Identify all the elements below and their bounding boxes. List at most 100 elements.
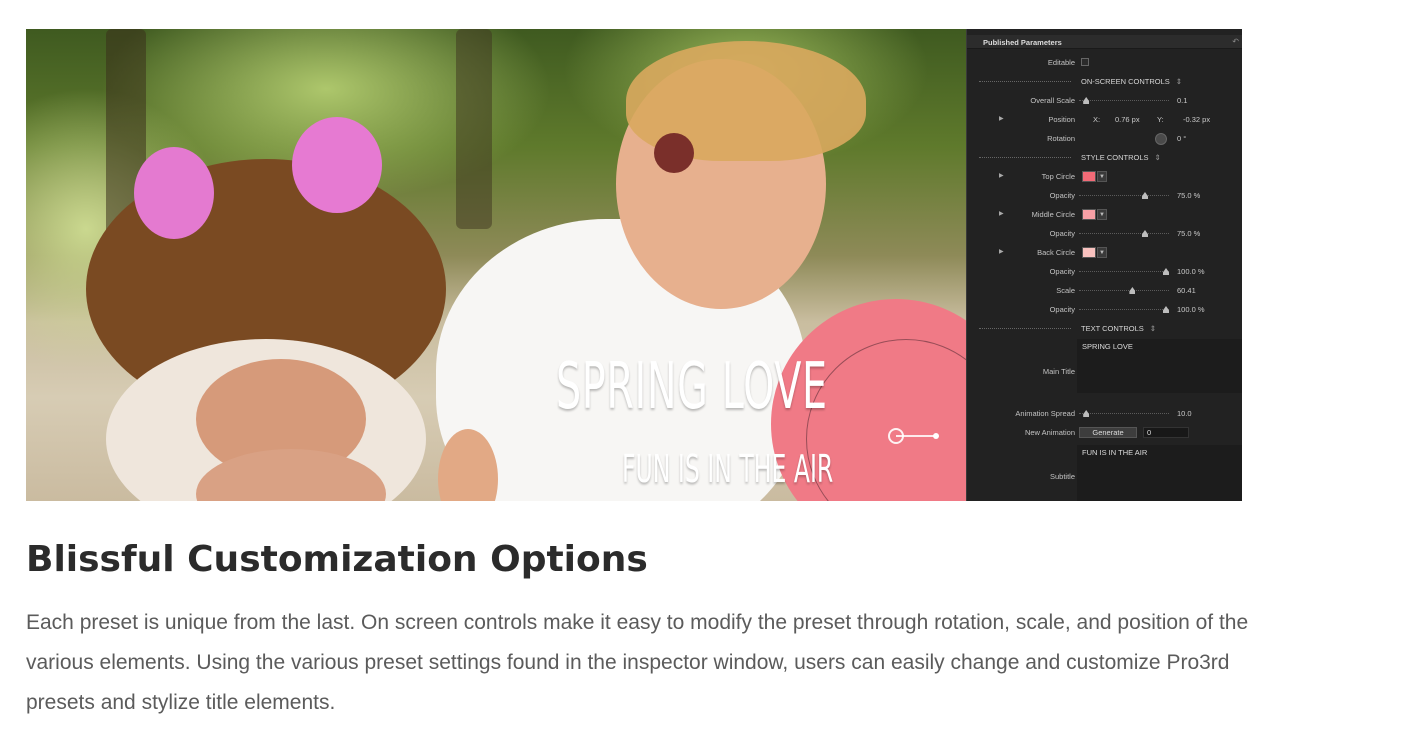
back-opacity-value[interactable]: 100.0 % bbox=[1177, 267, 1205, 276]
slider-knob[interactable] bbox=[1163, 268, 1169, 275]
top-opacity-value[interactable]: 75.0 % bbox=[1177, 191, 1200, 200]
extra-opacity-row: Opacity 100.0 % bbox=[967, 303, 1242, 317]
disclosure-triangle-icon[interactable]: ▶ bbox=[999, 115, 1004, 122]
hero-banner: SPRING LOVE FUN IS IN THE AIR Published … bbox=[26, 29, 1242, 501]
extra-opacity-slider[interactable] bbox=[1079, 306, 1169, 313]
top-circle-label: Top Circle bbox=[1041, 172, 1075, 181]
top-opacity-row: Opacity 75.0 % bbox=[967, 189, 1242, 203]
animation-spread-value[interactable]: 10.0 bbox=[1177, 409, 1192, 418]
inspector-title: Published Parameters bbox=[983, 38, 1062, 47]
text-section[interactable]: TEXT CONTROLS ⇕ bbox=[967, 322, 1242, 336]
style-section[interactable]: STYLE CONTROLS ⇕ bbox=[967, 151, 1242, 165]
disclosure-triangle-icon[interactable]: ▶ bbox=[999, 248, 1004, 255]
editable-row: Editable bbox=[967, 56, 1242, 70]
scale-row: Scale 60.41 bbox=[967, 284, 1242, 298]
slider-knob[interactable] bbox=[1163, 306, 1169, 313]
pink-hair-bow bbox=[292, 117, 382, 213]
overall-scale-value[interactable]: 0.1 bbox=[1177, 96, 1187, 105]
scale-value[interactable]: 60.41 bbox=[1177, 286, 1196, 295]
section-divider bbox=[979, 328, 1071, 329]
updown-icon: ⇕ bbox=[1175, 77, 1183, 86]
style-section-label: STYLE CONTROLS bbox=[1081, 153, 1149, 162]
back-opacity-slider[interactable] bbox=[1079, 268, 1169, 275]
position-label: Position bbox=[1048, 115, 1075, 124]
disclosure-triangle-icon[interactable]: ▶ bbox=[999, 210, 1004, 217]
position-row: ▶ Position X: 0.76 px Y: -0.32 px bbox=[967, 113, 1242, 127]
updown-icon: ⇕ bbox=[1149, 324, 1157, 333]
rotation-dial[interactable] bbox=[1155, 133, 1167, 145]
scale-label: Scale bbox=[1056, 286, 1075, 295]
position-y-label: Y: bbox=[1157, 115, 1164, 124]
rotation-value[interactable]: 0 ° bbox=[1177, 134, 1186, 143]
pink-hair-bow bbox=[134, 147, 214, 239]
chevron-down-icon[interactable]: ▼ bbox=[1097, 171, 1107, 182]
middle-opacity-label: Opacity bbox=[1049, 229, 1075, 238]
position-x-label: X: bbox=[1093, 115, 1101, 124]
overall-scale-row: Overall Scale 0.1 bbox=[967, 94, 1242, 108]
middle-opacity-slider[interactable] bbox=[1079, 230, 1169, 237]
new-animation-row: New Animation Generate 0 bbox=[967, 426, 1242, 440]
main-title-row: Main Title bbox=[967, 365, 1242, 379]
new-animation-field[interactable]: 0 bbox=[1143, 427, 1189, 438]
new-animation-label: New Animation bbox=[1024, 428, 1075, 437]
main-title-label: Main Title bbox=[1042, 367, 1075, 376]
subtitle-row: Subtitle bbox=[967, 470, 1242, 484]
animation-spread-slider[interactable] bbox=[1079, 410, 1169, 417]
overlay-main-title: SPRING LOVE bbox=[556, 350, 828, 424]
rotation-label: Rotation bbox=[1047, 134, 1075, 143]
slider-knob[interactable] bbox=[1083, 410, 1090, 417]
animation-spread-label: Animation Spread bbox=[1015, 409, 1075, 418]
middle-opacity-row: Opacity 75.0 % bbox=[967, 227, 1242, 241]
position-y-value[interactable]: -0.32 px bbox=[1183, 115, 1210, 124]
top-opacity-slider[interactable] bbox=[1079, 192, 1169, 199]
overlay-subtitle: FUN IS IN THE AIR bbox=[622, 447, 834, 491]
top-circle-row: ▶ Top Circle ▼ bbox=[967, 170, 1242, 184]
back-opacity-row: Opacity 100.0 % bbox=[967, 265, 1242, 279]
preview-photo: SPRING LOVE FUN IS IN THE AIR bbox=[26, 29, 966, 501]
section-divider bbox=[979, 157, 1071, 158]
top-opacity-label: Opacity bbox=[1049, 191, 1075, 200]
top-circle-color-swatch[interactable] bbox=[1082, 171, 1096, 182]
onscreen-position-handle[interactable] bbox=[888, 428, 904, 444]
onscreen-section-label: ON-SCREEN CONTROLS bbox=[1081, 77, 1170, 86]
middle-opacity-value[interactable]: 75.0 % bbox=[1177, 229, 1200, 238]
section-divider bbox=[979, 81, 1071, 82]
position-x-value[interactable]: 0.76 px bbox=[1115, 115, 1140, 124]
extra-opacity-value[interactable]: 100.0 % bbox=[1177, 305, 1205, 314]
overall-scale-slider[interactable] bbox=[1079, 97, 1169, 104]
animation-spread-row: Animation Spread 10.0 bbox=[967, 407, 1242, 421]
updown-icon: ⇕ bbox=[1154, 153, 1161, 162]
chevron-down-icon[interactable]: ▼ bbox=[1097, 209, 1107, 220]
scale-slider[interactable] bbox=[1079, 287, 1169, 294]
onscreen-section[interactable]: ON-SCREEN CONTROLS ⇕ bbox=[967, 75, 1242, 89]
middle-circle-label: Middle Circle bbox=[1031, 210, 1075, 219]
middle-circle-color-swatch[interactable] bbox=[1082, 209, 1096, 220]
rotation-row: Rotation 0 ° bbox=[967, 132, 1242, 146]
middle-circle-row: ▶ Middle Circle ▼ bbox=[967, 208, 1242, 222]
editable-label: Editable bbox=[1047, 58, 1075, 67]
boy-mouth bbox=[654, 133, 694, 173]
extra-opacity-label: Opacity bbox=[1049, 305, 1075, 314]
back-circle-color-swatch[interactable] bbox=[1082, 247, 1096, 258]
text-section-label: TEXT CONTROLS bbox=[1081, 324, 1144, 333]
slider-knob[interactable] bbox=[1142, 192, 1148, 199]
back-circle-row: ▶ Back Circle ▼ bbox=[967, 246, 1242, 260]
slider-knob[interactable] bbox=[1142, 230, 1148, 237]
generate-button[interactable]: Generate bbox=[1079, 427, 1137, 438]
section-heading: Blissful Customization Options bbox=[26, 539, 648, 580]
slider-knob[interactable] bbox=[1083, 97, 1090, 104]
slider-knob[interactable] bbox=[1129, 287, 1136, 294]
reset-icon[interactable]: ↶ bbox=[1232, 37, 1239, 46]
tree-trunk bbox=[456, 29, 492, 229]
back-circle-label: Back Circle bbox=[1037, 248, 1075, 257]
overall-scale-label: Overall Scale bbox=[1030, 96, 1075, 105]
onscreen-rotation-handle[interactable] bbox=[933, 433, 939, 439]
editable-checkbox[interactable] bbox=[1081, 58, 1089, 66]
subtitle-label: Subtitle bbox=[1049, 472, 1075, 481]
inspector-panel: Published Parameters ↶ Editable ON-SCREE… bbox=[966, 29, 1242, 501]
chevron-down-icon[interactable]: ▼ bbox=[1097, 247, 1107, 258]
section-body: Each preset is unique from the last. On … bbox=[26, 611, 1249, 714]
inspector-header: Published Parameters ↶ bbox=[967, 35, 1242, 49]
back-opacity-label: Opacity bbox=[1049, 267, 1075, 276]
disclosure-triangle-icon[interactable]: ▶ bbox=[999, 172, 1004, 179]
